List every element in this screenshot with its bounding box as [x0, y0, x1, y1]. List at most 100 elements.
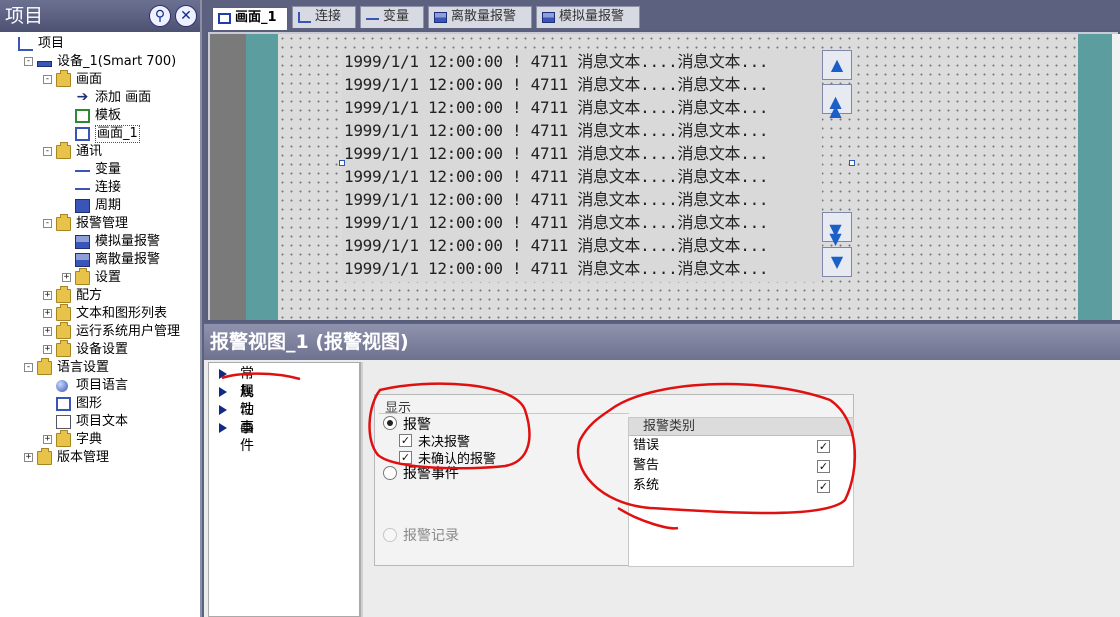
nav-label: 事件: [240, 420, 254, 454]
tree-node[interactable]: 变量: [0, 161, 200, 179]
scroll-down-button[interactable]: ▼: [822, 247, 852, 277]
alarm-row: 1999/1/1 12:00:00 ! 4711 消息文本....消息文本...: [344, 144, 769, 163]
tab-discrete-alarms[interactable]: 离散量报警: [428, 6, 532, 28]
alarm-categories-header: 报警类别: [629, 418, 853, 436]
collapse-icon[interactable]: -: [24, 363, 33, 372]
expand-icon[interactable]: +: [43, 291, 52, 300]
tab-analog-alarms[interactable]: 模拟量报警: [536, 6, 640, 28]
expand-icon[interactable]: +: [62, 273, 71, 282]
template-icon: [75, 109, 90, 123]
alarms-radio[interactable]: [383, 416, 397, 430]
tree-node[interactable]: - 报警管理: [0, 214, 200, 233]
tree-node[interactable]: 周期: [0, 197, 200, 215]
category-row-system[interactable]: 系统 ✓: [633, 476, 833, 496]
tree-node-label: 变量: [95, 162, 122, 177]
tree-node[interactable]: 画面_1: [0, 125, 200, 143]
tab-label: 离散量报警: [451, 9, 517, 24]
tree-node[interactable]: + 设置: [0, 268, 200, 287]
tree-node-label: 版本管理: [57, 450, 110, 465]
tree-node[interactable]: - 设备_1(Smart 700): [0, 53, 200, 71]
arrow-up-icon: ▲: [830, 55, 844, 74]
collapse-icon[interactable]: -: [24, 57, 33, 66]
collapse-icon[interactable]: -: [43, 219, 52, 228]
tree-node[interactable]: 项目文本: [0, 413, 200, 431]
category-row-error[interactable]: 错误 ✓: [633, 436, 833, 456]
folder-icon: [56, 430, 71, 447]
category-error-checkbox[interactable]: ✓: [817, 440, 830, 453]
tree-node[interactable]: ➔ 添加 画面: [0, 89, 200, 107]
connection-icon: [75, 181, 90, 190]
unacked-alarms-checkbox[interactable]: ✓: [399, 434, 412, 447]
tree-node[interactable]: 模拟量报警: [0, 233, 200, 251]
tree-node[interactable]: 图形: [0, 395, 200, 413]
alarm-log-label: 报警记录: [403, 528, 459, 544]
category-label: 错误: [633, 438, 660, 453]
tab-tags[interactable]: 变量: [360, 6, 424, 28]
triangle-right-icon: [219, 423, 227, 433]
tree-node[interactable]: + 配方: [0, 286, 200, 305]
pin-icon[interactable]: ⚲: [149, 5, 171, 27]
tree-node-label: 项目: [38, 36, 65, 51]
expand-icon[interactable]: +: [43, 309, 52, 318]
resize-handle-right[interactable]: [849, 160, 855, 166]
alarm-row: 1999/1/1 12:00:00 ! 4711 消息文本....消息文本...: [344, 75, 769, 94]
scroll-up-button[interactable]: ▲: [822, 50, 852, 80]
category-warning-checkbox[interactable]: ✓: [817, 460, 830, 473]
tree-node[interactable]: + 运行系统用户管理: [0, 322, 200, 341]
close-icon[interactable]: ✕: [175, 5, 197, 27]
editor-scroll-edge[interactable]: [1112, 34, 1120, 320]
project-panel-title: 项目: [5, 5, 44, 27]
collapse-icon[interactable]: -: [43, 147, 52, 156]
tree-node[interactable]: - 语言设置: [0, 358, 200, 377]
alarm-row: 1999/1/1 12:00:00 ! 4711 消息文本....消息文本...: [344, 259, 769, 278]
alarm-row: 1999/1/1 12:00:00 ! 4711 消息文本....消息文本...: [344, 121, 769, 140]
expand-icon[interactable]: +: [43, 435, 52, 444]
category-row-warning[interactable]: 警告 ✓: [633, 456, 833, 476]
tree-node[interactable]: + 设备设置: [0, 340, 200, 359]
screen-border-right: [1078, 34, 1112, 320]
tree-node[interactable]: 连接: [0, 179, 200, 197]
alarm-events-label: 报警事件: [403, 466, 459, 482]
alarm-row: 1999/1/1 12:00:00 ! 4711 消息文本....消息文本...: [344, 52, 769, 71]
page-up-button[interactable]: ▲▲: [822, 84, 852, 114]
expand-icon[interactable]: +: [43, 327, 52, 336]
device-icon: [37, 61, 52, 67]
expand-icon[interactable]: +: [24, 453, 33, 462]
expand-icon[interactable]: +: [43, 345, 52, 354]
double-arrow-up-icon: ▲▲: [826, 92, 845, 110]
tab-screen-1[interactable]: 画面_1: [212, 7, 288, 31]
tree-node-label: 画面_1: [95, 125, 140, 143]
folder-icon: [56, 214, 71, 231]
alarm-row: 1999/1/1 12:00:00 ! 4711 消息文本....消息文本...: [344, 167, 769, 186]
tree-node[interactable]: 离散量报警: [0, 251, 200, 269]
page-down-button[interactable]: ▼▼: [822, 212, 852, 242]
tree-node-label: 离散量报警: [95, 252, 161, 267]
arrow-down-icon: ▼: [830, 252, 844, 271]
screen-editor[interactable]: 1999/1/1 12:00:00 ! 4711 消息文本....消息文本...…: [206, 30, 1120, 322]
resize-handle-left[interactable]: [339, 160, 345, 166]
tree-node[interactable]: - 通讯: [0, 142, 200, 161]
folder-icon: [56, 142, 71, 159]
tree-node[interactable]: + 字典: [0, 430, 200, 449]
tree-node[interactable]: 项目语言: [0, 377, 200, 395]
folder-icon: [56, 304, 71, 321]
tree-node[interactable]: 模板: [0, 107, 200, 125]
category-system-checkbox[interactable]: ✓: [817, 480, 830, 493]
tab-connection[interactable]: 连接: [292, 6, 356, 28]
cycle-icon: [75, 199, 90, 213]
alarm-view-object[interactable]: 1999/1/1 12:00:00 ! 4711 消息文本....消息文本...…: [342, 50, 822, 282]
tree-node[interactable]: 项目: [0, 35, 200, 53]
alarm-row: 1999/1/1 12:00:00 ! 4711 消息文本....消息文本...: [344, 213, 769, 232]
alarm-events-radio[interactable]: [383, 466, 397, 480]
screen-icon: [218, 13, 231, 24]
properties-panel: 报警视图_1 (报警视图) 常规 属性 动画 事件 显示 报警 ✓ 未决报警 ✓…: [204, 324, 1120, 617]
collapse-icon[interactable]: -: [43, 75, 52, 84]
nav-splitter[interactable]: [360, 362, 363, 617]
tree-node-label: 设备设置: [76, 342, 129, 357]
tree-node[interactable]: + 版本管理: [0, 448, 200, 467]
alarm-log-radio[interactable]: [383, 528, 397, 542]
tree-node[interactable]: - 画面: [0, 70, 200, 89]
tree-node-label: 报警管理: [76, 216, 129, 231]
tree-node-label: 项目文本: [76, 414, 129, 429]
tree-node[interactable]: + 文本和图形列表: [0, 304, 200, 323]
